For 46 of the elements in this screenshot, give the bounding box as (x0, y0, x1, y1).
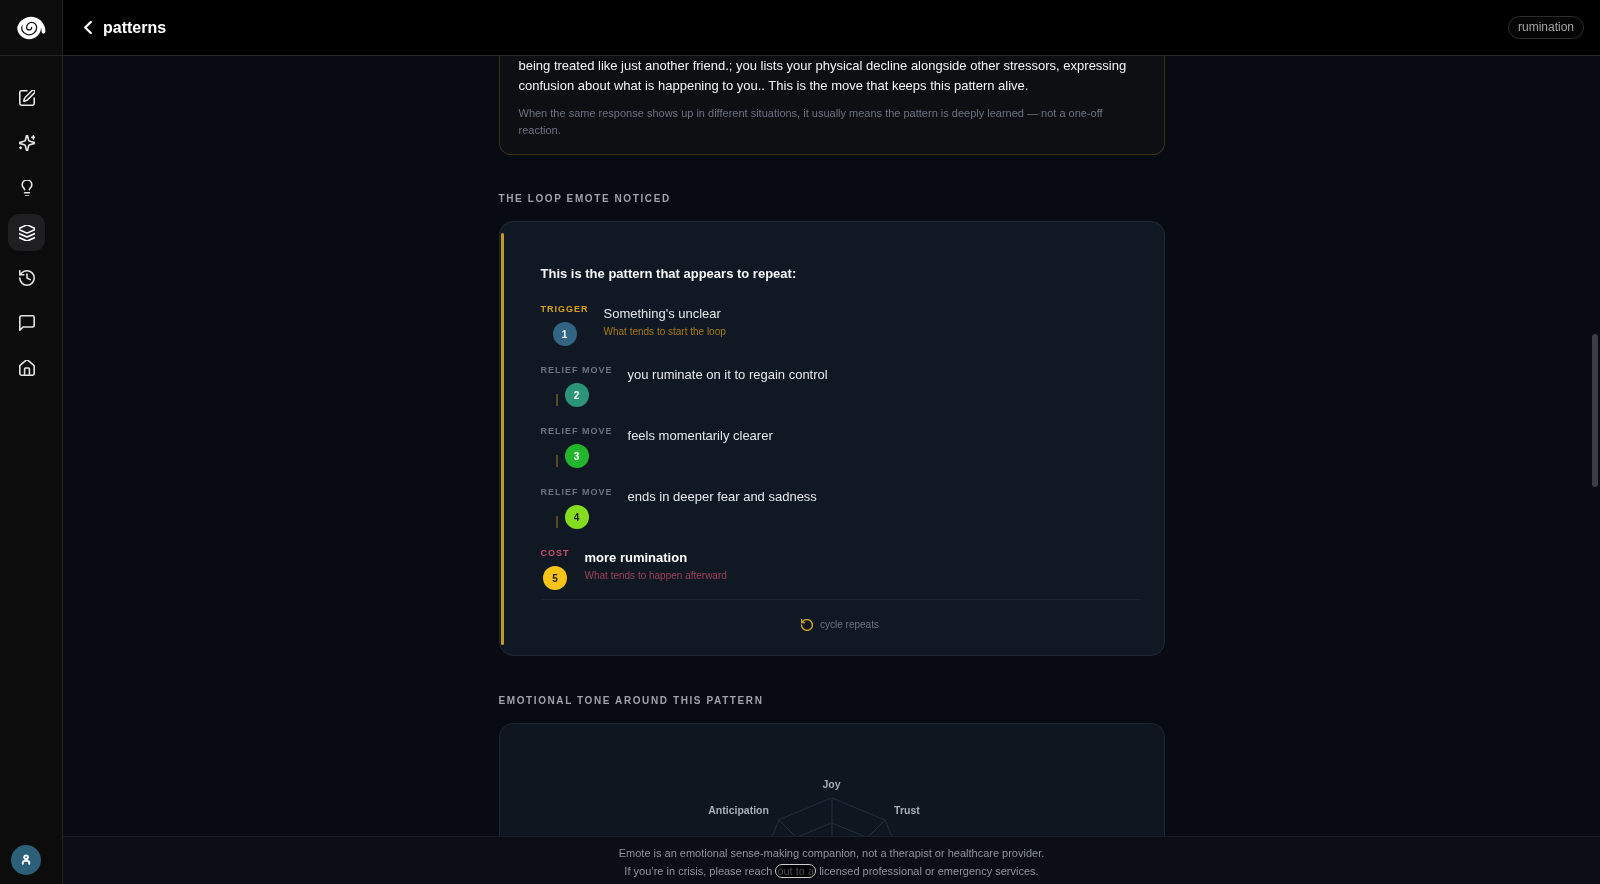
lightbulb-icon (18, 179, 35, 196)
insight-text: being treated like just another friend.; you lists your physical decline alongside other stressors, expressing confusion about what is happening to you.. This is the move that keeps this pattern alive. (518, 57, 1128, 95)
sidebar-nav-button[interactable] (8, 214, 45, 251)
chevron-left-icon (84, 21, 92, 34)
circular-arrow-icon (801, 619, 814, 631)
radar-axis-label: Trust (894, 802, 920, 817)
home-icon (18, 359, 35, 376)
step-text: feels momentarily clearer (627, 427, 773, 445)
section-heading: EMOTIONAL TONE AROUND THIS PATTERN (498, 694, 764, 708)
edit-icon (18, 89, 35, 106)
step-number: 2 (564, 383, 589, 407)
layers-icon (18, 224, 35, 241)
radar-axis-label: Joy (822, 777, 841, 791)
step-label: RELIEF MOVE (540, 486, 613, 498)
step-text: more rumination (584, 549, 688, 567)
scrollbar-thumb[interactable] (1592, 334, 1598, 487)
step-label: COST (540, 547, 570, 559)
step-label: RELIEF MOVE (540, 364, 613, 376)
loop-intro: This is the pattern that appears to repeat: (540, 265, 797, 283)
step-number: 3 (564, 444, 589, 468)
step-text: you ruminate on it to regain control (627, 366, 828, 384)
step-text: ends in deeper fear and sadness (627, 488, 817, 506)
chat-bubble-icon (18, 314, 35, 331)
radar-axis-label: Anticipation (708, 802, 769, 817)
step-label: RELIEF MOVE (540, 425, 613, 437)
step-hint: What tends to happen afterward (584, 569, 727, 583)
pattern-tag: rumination (1507, 16, 1584, 39)
page-title: patterns (103, 17, 167, 38)
step-text: Something's unclear (603, 305, 721, 323)
crisis-notice: If you’re in crisis, please reach out to a licensed professional or emergency services. (624, 863, 1039, 880)
crisis-link[interactable]: out to a (775, 864, 817, 878)
section-heading: THE LOOP EMOTE NOTICED (498, 192, 671, 206)
step-hint: What tends to start the loop (603, 325, 726, 339)
vertical-line-icon (555, 455, 558, 467)
step-number: 5 (543, 566, 567, 590)
history-icon (18, 269, 35, 286)
vertical-line-icon (555, 516, 558, 528)
step-number: 1 (552, 322, 577, 346)
vertical-line-icon (555, 394, 558, 406)
step-number: 4 (564, 505, 589, 529)
disclaimer-text: Emote is an emotional sense-making companion, not a therapist or healthcare provider. (618, 846, 1045, 861)
user-avatar-icon[interactable] (11, 845, 41, 875)
sparkles-icon (18, 134, 35, 151)
cycle-label: cycle repeats (820, 618, 879, 632)
step-label: TRIGGER (540, 303, 589, 315)
insight-note: When the same response shows up in different situations, it usually means the pattern is deeply learned — not a one-off reaction. (518, 106, 1104, 138)
